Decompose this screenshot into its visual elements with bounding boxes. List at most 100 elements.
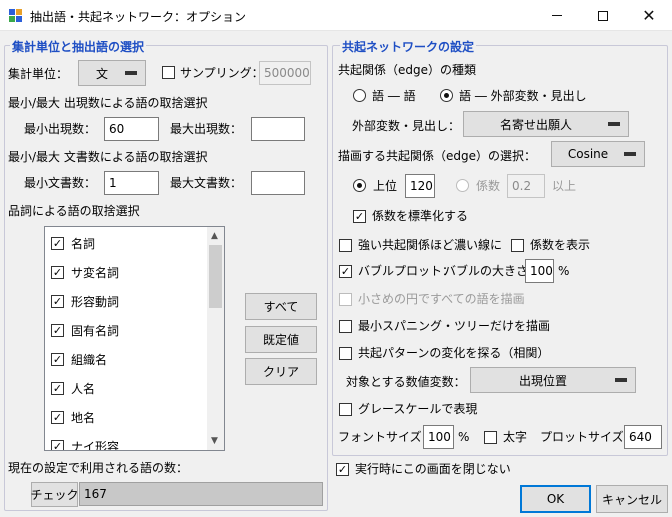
unit-dropdown[interactable]: 文 [78, 60, 146, 86]
pos-item-label: 地名 [71, 410, 96, 425]
pos-checkbox[interactable]: ✓ [51, 410, 64, 424]
show-coef-checkbox[interactable] [511, 239, 524, 252]
min-freq-field[interactable]: 60 [104, 117, 159, 141]
coef-label: 係数 [476, 179, 501, 193]
pos-item-label: 組織名 [71, 352, 108, 367]
ext-var-label: 外部変数・見出し： [352, 119, 461, 133]
pos-scrollbar[interactable]: ▲ ▼ [207, 227, 224, 450]
word-selection-group-title: 集計単位と抽出語の選択 [10, 38, 147, 55]
list-item[interactable]: ✓ ナイ形容 [51, 436, 120, 451]
pos-listbox[interactable]: ✓ 名詞 ✓ サ変名詞 ✓ 形容動詞 ✓ 固有名詞 ✓ 組織名 ✓ 人名 ✓ 地… [44, 226, 225, 451]
max-doc-field[interactable] [251, 171, 305, 195]
coef-field[interactable]: 0.2 [507, 174, 545, 198]
maximize-icon[interactable] [580, 0, 626, 31]
pos-checkbox[interactable]: ✓ [51, 265, 64, 279]
title-bar: 抽出語・共起ネットワーク：オプション ✕ [0, 0, 672, 31]
max-doc-label: 最大文書数： [170, 176, 243, 190]
sampling-label: サンプリング： [180, 66, 264, 80]
bubble-label: バブルプロット： [358, 264, 455, 278]
max-freq-field[interactable] [251, 117, 305, 141]
list-item[interactable]: ✓ 形容動詞 [51, 291, 119, 311]
cancel-button[interactable]: キャンセル [596, 485, 668, 513]
window-title: 抽出語・共起ネットワーク：オプション [30, 10, 247, 24]
bubble-checkbox[interactable]: ✓ [339, 265, 352, 278]
list-item[interactable]: ✓ 組織名 [51, 349, 107, 369]
strong-dark-label: 強い共起関係ほど濃い線に [358, 238, 503, 252]
pos-item-label: 名詞 [71, 236, 96, 251]
scroll-up-icon[interactable]: ▲ [211, 231, 218, 241]
keep-open-label: 実行時にこの画面を閉じない [355, 462, 511, 476]
bold-label: 太字 [503, 430, 528, 444]
edge-type-label: 共起関係（edge）の種類 [338, 63, 477, 77]
small-circle-label: 小さめの円ですべての語を描画 [358, 292, 525, 306]
strong-dark-checkbox[interactable] [339, 239, 352, 252]
doc-heading: 最小/最大 文書数による語の取捨選択 [8, 150, 208, 164]
pos-checkbox[interactable]: ✓ [51, 294, 64, 308]
draw-edge-label: 描画する共起関係（edge）の選択： [338, 149, 537, 163]
check-button[interactable]: チェック [31, 482, 79, 507]
target-var-dropdown-value: 出現位置 [518, 373, 567, 388]
bold-checkbox[interactable] [484, 431, 497, 444]
app-icon [9, 9, 23, 23]
min-doc-field[interactable]: 1 [104, 171, 159, 195]
minimize-icon[interactable] [534, 0, 580, 31]
ext-var-dropdown[interactable]: 名寄せ出願人 [463, 111, 629, 137]
word-word-radio[interactable] [353, 89, 366, 102]
list-item[interactable]: ✓ 人名 [51, 378, 95, 398]
min-doc-label: 最小文書数： [24, 176, 97, 190]
bubble-size-label: バブルの大きさ [444, 264, 529, 278]
default-button[interactable]: 既定値 [245, 326, 317, 353]
min-freq-label: 最小出現数： [24, 122, 97, 136]
pos-item-label: ナイ形容 [71, 439, 120, 451]
target-var-dropdown[interactable]: 出現位置 [470, 367, 636, 393]
pattern-checkbox[interactable] [339, 347, 352, 360]
target-var-label: 対象とする数値変数： [346, 375, 466, 389]
mst-label: 最小スパニング・ツリーだけを描画 [358, 319, 551, 333]
ok-button[interactable]: OK [520, 485, 591, 513]
keep-open-checkbox[interactable]: ✓ [336, 463, 349, 476]
pos-item-label: 固有名詞 [71, 323, 120, 338]
standardize-checkbox[interactable]: ✓ [353, 210, 366, 223]
pos-checkbox[interactable]: ✓ [51, 381, 64, 395]
mst-checkbox[interactable] [339, 320, 352, 333]
standardize-label: 係数を標準化する [372, 209, 469, 223]
sampling-checkbox[interactable] [162, 66, 175, 79]
draw-edge-dropdown[interactable]: Cosine [551, 141, 645, 167]
pos-checkbox[interactable]: ✓ [51, 323, 64, 337]
scroll-thumb[interactable] [209, 245, 222, 308]
list-item[interactable]: ✓ 固有名詞 [51, 320, 119, 340]
bubble-size-field[interactable]: 100 [525, 259, 554, 283]
unit-label: 集計単位： [8, 67, 69, 81]
list-item[interactable]: ✓ 名詞 [51, 233, 95, 253]
pattern-label: 共起パターンの変化を探る（相関） [358, 346, 550, 360]
top-n-radio[interactable] [353, 179, 366, 192]
scroll-down-icon[interactable]: ▼ [211, 436, 218, 446]
font-size-label: フォントサイズ： [338, 430, 434, 444]
word-var-label: 語 ― 外部変数・見出し [459, 89, 587, 103]
clear-button[interactable]: クリア [245, 358, 317, 385]
word-var-radio[interactable] [440, 89, 453, 102]
word-count-label: 現在の設定で利用される語の数： [8, 461, 189, 475]
coef-suffix: 以上 [552, 179, 577, 193]
grayscale-checkbox[interactable] [339, 403, 352, 416]
sampling-field[interactable]: 500000 [259, 61, 311, 85]
draw-edge-dropdown-value: Cosine [567, 147, 609, 161]
word-word-label: 語 ― 語 [372, 89, 416, 103]
pos-checkbox[interactable]: ✓ [51, 352, 64, 366]
select-all-button[interactable]: すべて [245, 293, 317, 320]
top-n-field[interactable]: 120 [405, 174, 435, 198]
max-freq-label: 最大出現数： [170, 122, 243, 136]
pos-checkbox[interactable]: ✓ [51, 439, 64, 450]
font-size-field[interactable]: 100 [423, 425, 454, 449]
list-item[interactable]: ✓ 地名 [51, 407, 95, 427]
dropdown-indicator-icon [608, 122, 620, 126]
close-icon[interactable]: ✕ [626, 0, 672, 31]
list-item[interactable]: ✓ サ変名詞 [51, 262, 119, 282]
top-n-label: 上位 [373, 179, 398, 193]
plot-size-field[interactable]: 640 [624, 425, 662, 449]
grayscale-label: グレースケールで表現 [358, 402, 478, 416]
coef-radio[interactable] [456, 179, 469, 192]
small-circle-checkbox[interactable] [339, 293, 352, 306]
network-settings-group-title: 共起ネットワークの設定 [340, 38, 477, 55]
pos-checkbox[interactable]: ✓ [51, 236, 64, 250]
